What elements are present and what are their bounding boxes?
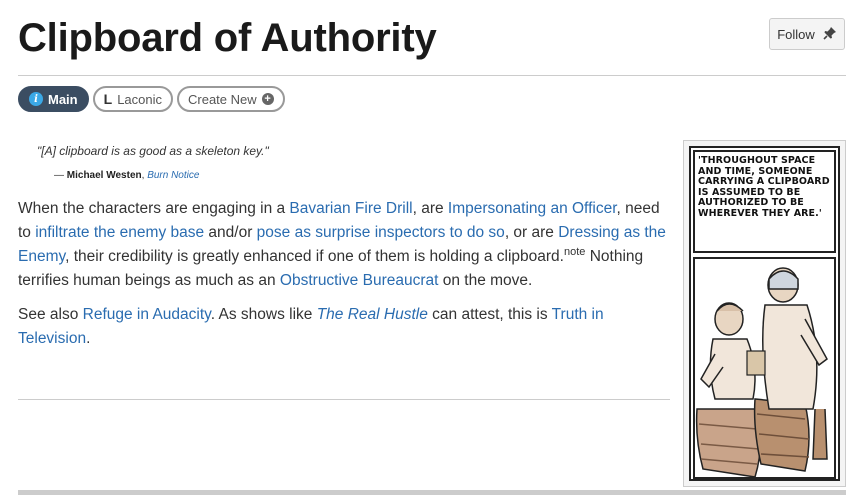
comic-illustration: [693, 257, 836, 479]
link-the-real-hustle[interactable]: The Real Hustle: [317, 306, 428, 323]
tab-create-new[interactable]: Create New +: [177, 86, 285, 112]
text-run: and/or: [204, 224, 257, 241]
page-title: Clipboard of Authority: [18, 16, 437, 60]
page-quote: "[A] clipboard is as good as a skeleton …: [37, 144, 269, 158]
quote-source-link[interactable]: Burn Notice: [147, 170, 199, 181]
text-run: , are: [412, 200, 448, 217]
comic-panel[interactable]: 'THROUGHOUT SPACE AND TIME, SOMEONE CARR…: [689, 146, 840, 481]
text-run: When the characters are engaging in a: [18, 200, 290, 217]
tab-laconic-label: Laconic: [117, 91, 162, 107]
attribution-dash: —: [54, 170, 67, 181]
tab-main-label: Main: [48, 91, 78, 107]
title-divider: [18, 75, 846, 76]
pushpin-icon: [823, 26, 837, 43]
tab-create-new-label: Create New: [188, 91, 257, 107]
comic-caption-box: 'THROUGHOUT SPACE AND TIME, SOMEONE CARR…: [693, 150, 836, 253]
text-run: can attest, this is: [427, 306, 552, 323]
laconic-icon: L: [103, 91, 113, 107]
quote-attribution: — Michael Westen, Burn Notice: [54, 170, 199, 181]
comic-caption: 'THROUGHOUT SPACE AND TIME, SOMEONE CARR…: [698, 155, 830, 219]
tab-laconic[interactable]: L Laconic: [92, 86, 173, 112]
article-body: When the characters are engaging in a Ba…: [18, 197, 673, 361]
note-toggle[interactable]: note: [564, 246, 585, 258]
text-run: See also: [18, 306, 83, 323]
content-divider: [18, 399, 670, 400]
tab-main[interactable]: i Main: [18, 86, 89, 112]
text-run: , or are: [504, 224, 559, 241]
info-icon: i: [29, 92, 43, 106]
text-run: .: [86, 330, 91, 347]
text-run: on the move.: [438, 272, 533, 289]
text-run: . As shows like: [210, 306, 317, 323]
link-impersonating-an-officer[interactable]: Impersonating an Officer: [448, 200, 617, 217]
follow-label: Follow: [777, 26, 815, 42]
page-image-container: 'THROUGHOUT SPACE AND TIME, SOMEONE CARR…: [683, 140, 846, 487]
text-run: , their credibility is greatly enhanced …: [65, 248, 564, 265]
link-obstructive-bureaucrat[interactable]: Obstructive Bureaucrat: [280, 272, 439, 289]
link-refuge-in-audacity[interactable]: Refuge in Audacity: [83, 306, 211, 323]
paragraph-description: When the characters are engaging in a Ba…: [18, 197, 673, 293]
plus-circle-icon: +: [261, 93, 274, 105]
quote-author: Michael Westen: [66, 170, 142, 181]
link-bavarian-fire-drill[interactable]: Bavarian Fire Drill: [289, 200, 412, 217]
paragraph-see-also: See also Refuge in Audacity. As shows li…: [18, 303, 673, 351]
page-tabs: i Main L Laconic Create New +: [18, 86, 285, 112]
link-pose-as-inspectors[interactable]: pose as surprise inspectors to do so: [257, 224, 505, 241]
follow-button[interactable]: Follow: [769, 18, 845, 50]
page-bottom-bar: [18, 490, 846, 495]
link-infiltrate-enemy-base[interactable]: infiltrate the enemy base: [35, 224, 204, 241]
